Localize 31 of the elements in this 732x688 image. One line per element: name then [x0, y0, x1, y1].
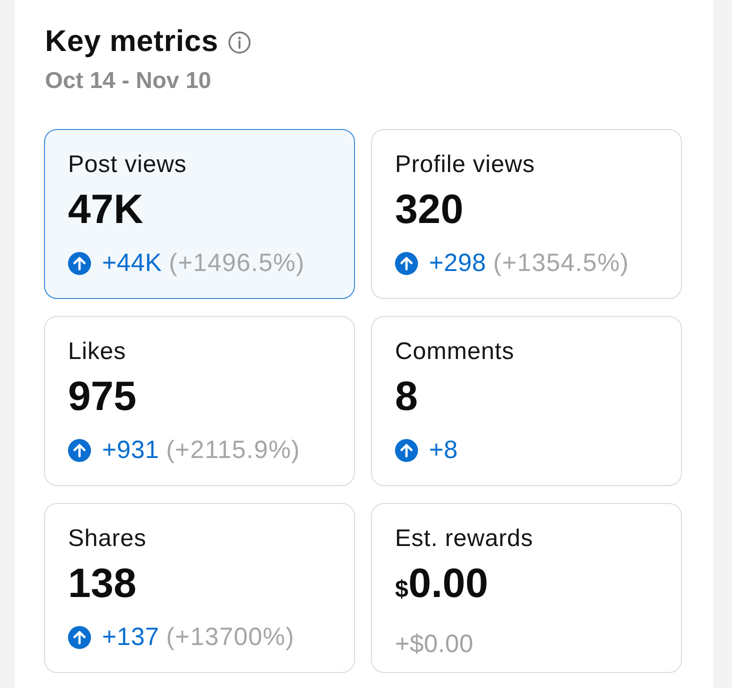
metric-label: Comments	[395, 338, 514, 366]
metric-card[interactable]: Est. rewards $0.00 +$0.00	[371, 503, 682, 673]
metric-card[interactable]: Comments 8 +8	[371, 316, 682, 486]
metric-label: Profile views	[395, 151, 535, 179]
metric-value: 47K	[68, 186, 144, 232]
info-icon[interactable]	[228, 30, 252, 54]
metric-card[interactable]: Post views 47K +44K (+1496.5%)	[44, 129, 355, 299]
metric-card[interactable]: Shares 138 +137 (+13700%)	[44, 503, 355, 673]
metric-value: 138	[68, 560, 136, 606]
metric-label: Est. rewards	[395, 525, 534, 553]
metric-value: 320	[395, 186, 464, 232]
section-title: Key metrics	[45, 24, 218, 60]
change-percent: (+13700%)	[166, 622, 295, 652]
change-value: +931	[102, 435, 160, 465]
metric-label: Post views	[68, 151, 187, 179]
metric-card[interactable]: Likes 975 +931 (+2115.9%)	[44, 316, 355, 486]
change-value: +44K	[102, 248, 162, 278]
change-value: +137	[102, 622, 160, 652]
metric-card[interactable]: Profile views 320 +298 (+1354.5%)	[371, 129, 682, 299]
metric-label: Shares	[68, 525, 146, 553]
metric-label: Likes	[68, 338, 126, 366]
date-range: Oct 14 - Nov 10	[45, 66, 212, 94]
metric-value: 975	[68, 373, 136, 419]
metric-value: $0.00	[395, 560, 488, 608]
change-value: +8	[429, 435, 458, 465]
metric-value: 8	[395, 373, 418, 419]
change-value: +298	[429, 248, 486, 278]
change-percent: (+2115.9%)	[166, 435, 300, 465]
change-value: +$0.00	[395, 629, 474, 659]
change-percent: (+1354.5%)	[493, 248, 630, 278]
change-percent: (+1496.5%)	[168, 248, 305, 278]
